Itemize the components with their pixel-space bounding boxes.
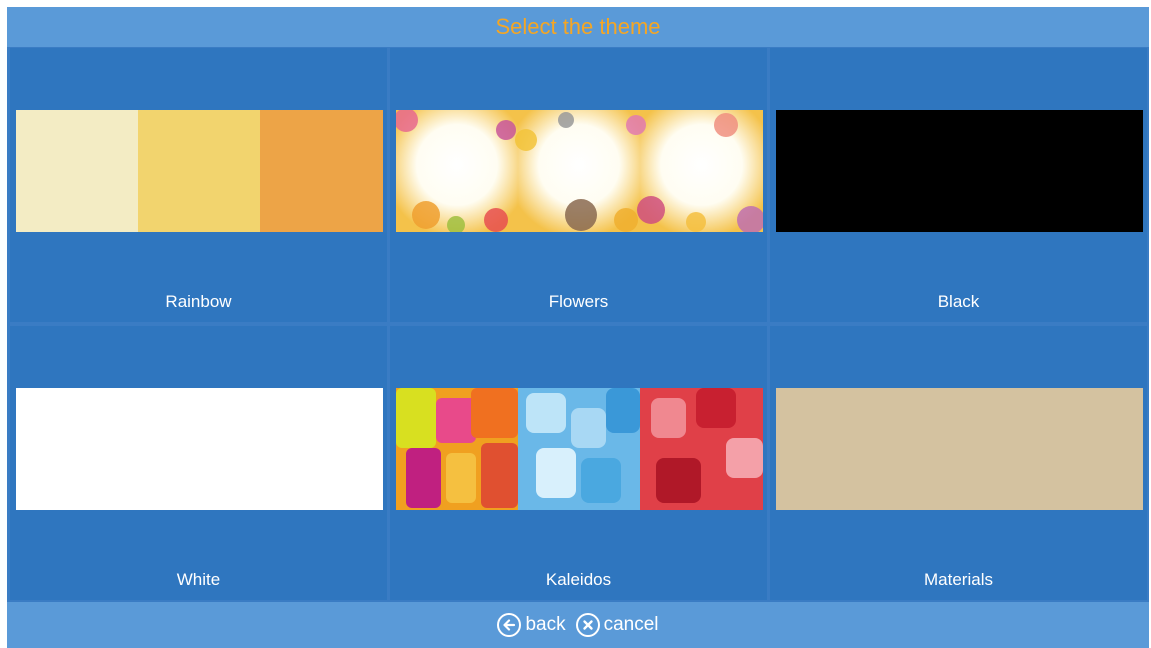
theme-tile-flowers[interactable]: Flowers — [390, 48, 767, 322]
theme-tile-white[interactable]: White — [10, 326, 387, 600]
flowers-preview — [396, 110, 763, 232]
page-title: Select the theme — [495, 14, 661, 39]
theme-tile-black[interactable]: Black — [770, 48, 1147, 322]
white-preview — [16, 388, 383, 510]
theme-tile-rainbow[interactable]: Rainbow — [10, 48, 387, 322]
back-label: back — [525, 614, 566, 635]
header-bar: Select the theme — [7, 7, 1149, 47]
back-button[interactable]: back — [497, 613, 566, 637]
back-arrow-icon — [497, 613, 522, 637]
theme-label-white: White — [176, 570, 221, 589]
theme-label-flowers: Flowers — [548, 292, 609, 311]
theme-tile-materials[interactable]: Materials — [770, 326, 1147, 600]
materials-preview — [776, 388, 1143, 510]
cancel-label: cancel — [603, 614, 659, 635]
black-preview — [776, 110, 1143, 232]
theme-label-black: Black — [937, 292, 980, 311]
kaleidos-preview — [396, 388, 763, 510]
rainbow-preview — [16, 110, 383, 232]
cancel-button[interactable]: cancel — [575, 613, 659, 637]
theme-dialog: Select the theme Rainbow Flowers Black W… — [7, 7, 1149, 648]
theme-grid: Rainbow Flowers Black White Kaleidos Mat… — [10, 48, 1147, 600]
theme-label-materials: Materials — [924, 570, 993, 589]
theme-tile-kaleidos[interactable]: Kaleidos — [390, 326, 767, 600]
footer-bar: back cancel — [7, 602, 1149, 648]
theme-label-kaleidos: Kaleidos — [545, 570, 612, 589]
theme-label-rainbow: Rainbow — [165, 292, 232, 311]
close-icon — [575, 613, 600, 637]
